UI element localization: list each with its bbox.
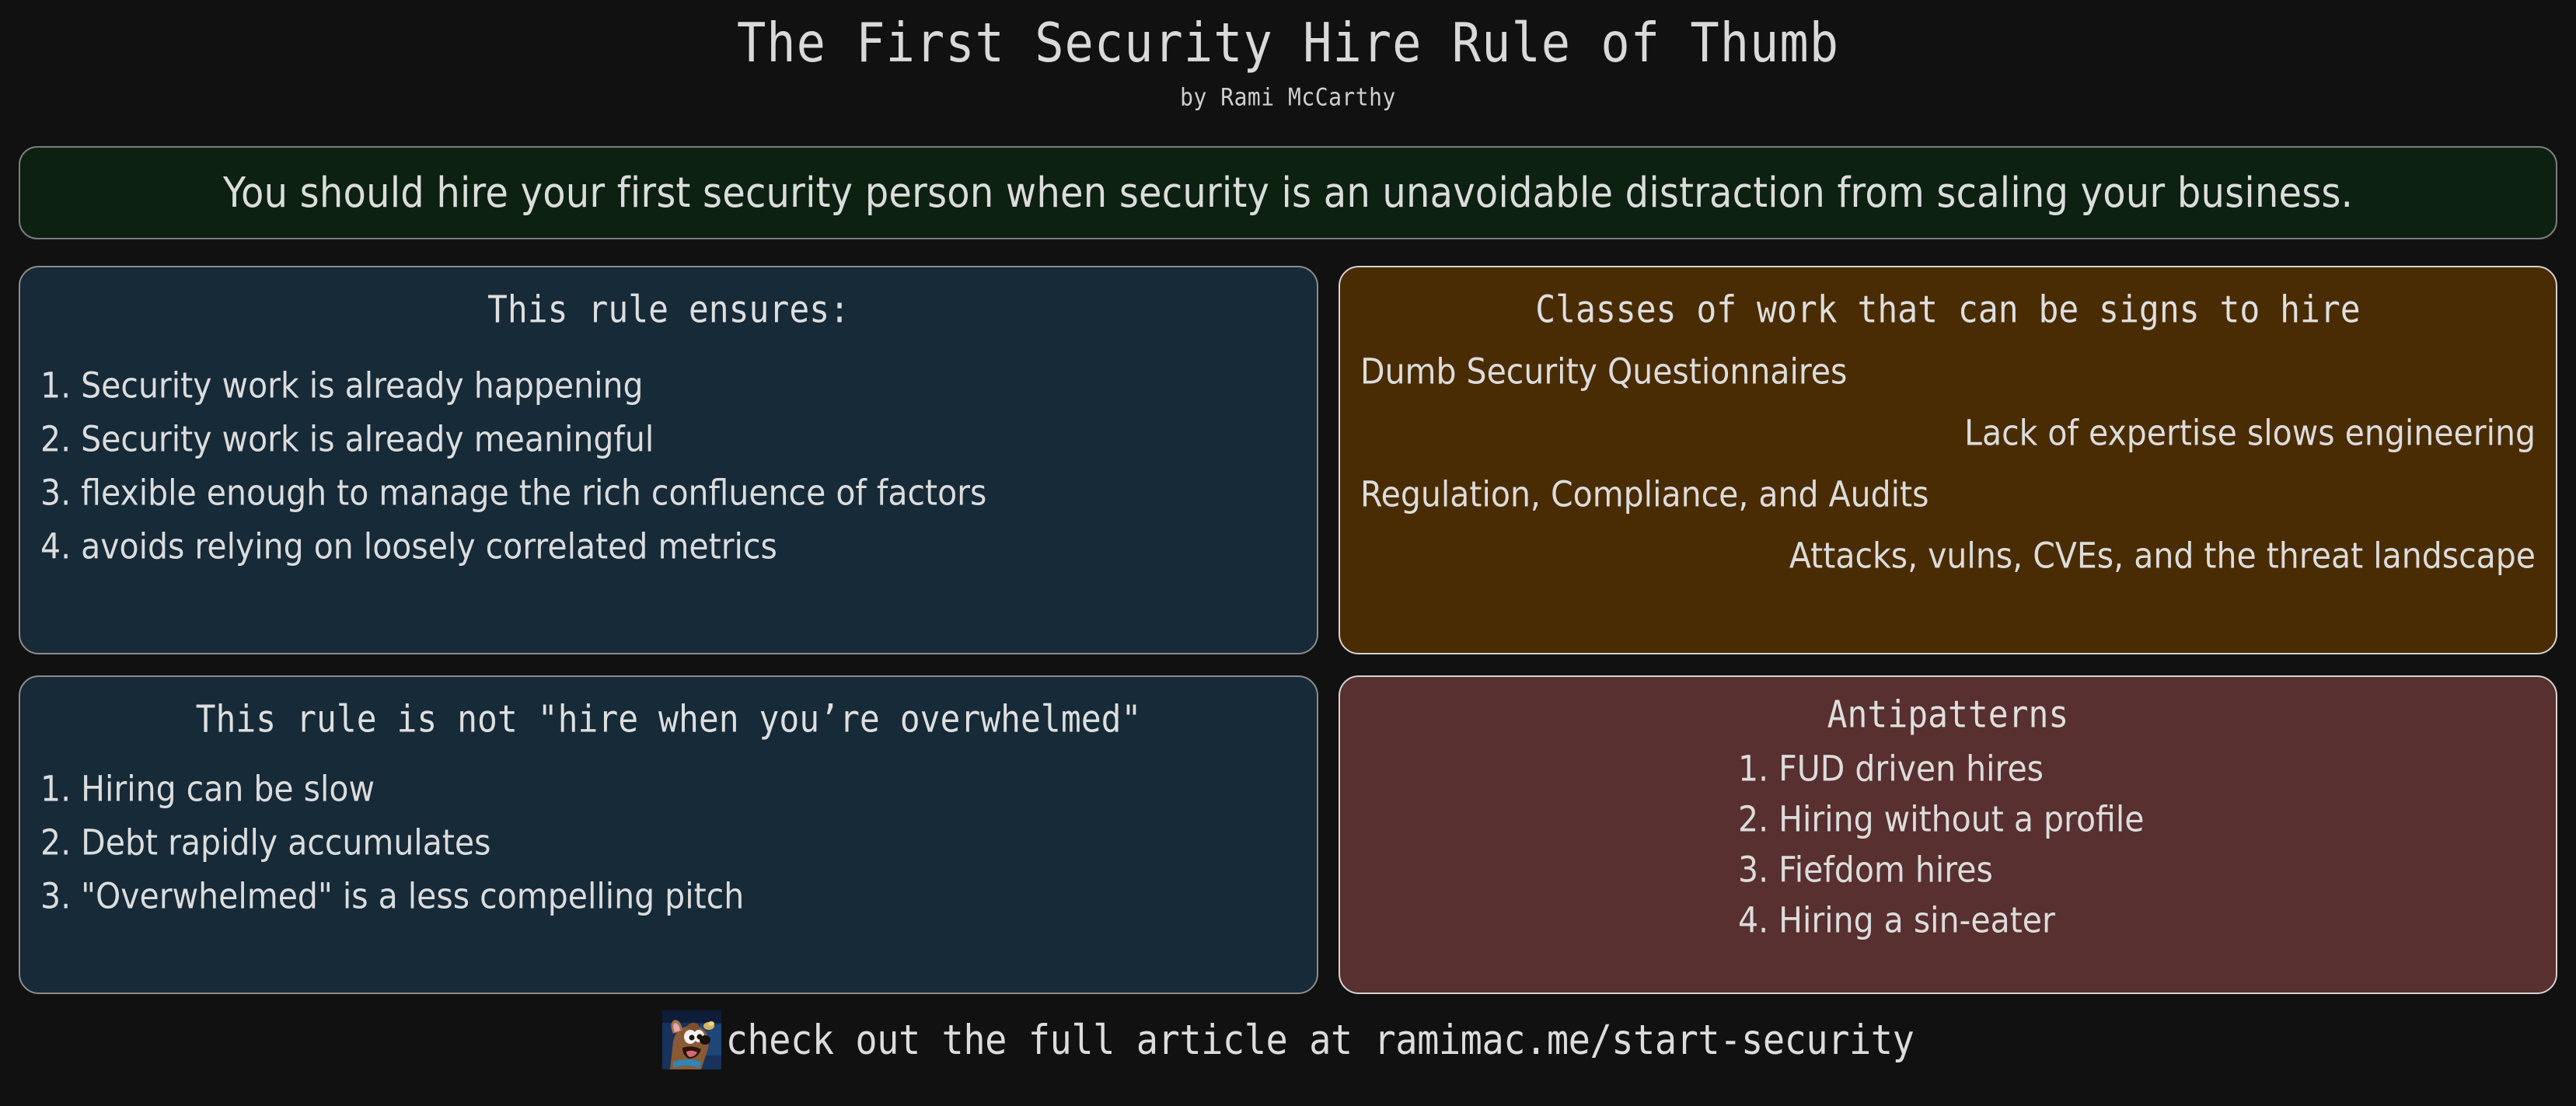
card-classes-of-work: Classes of work that can be signs to hir…: [1339, 266, 2557, 654]
list-item: 2. Security work is already meaningful: [40, 418, 654, 460]
list-item: 3. flexible enough to manage the rich co…: [40, 472, 987, 514]
list-item: Dumb Security Questionnaires: [1360, 351, 1848, 393]
list-item-label: 1. FUD driven hires: [1738, 748, 2044, 790]
list-item: 1. Security work is already happening: [40, 365, 644, 406]
footer: check out the full article at ramimac.me…: [0, 1010, 2576, 1069]
page-title: The First Security Hire Rule of Thumb: [736, 11, 1840, 75]
list-item: Regulation, Compliance, and Audits: [1360, 473, 1929, 515]
card-antipatterns: Antipatterns 1. FUD driven hires 2. Hiri…: [1339, 675, 2557, 994]
list-item: 1. Hiring can be slow: [40, 768, 375, 810]
not-list: 1. Hiring can be slow 2. Debt rapidly ac…: [40, 768, 1297, 917]
card-title-signs: Classes of work that can be signs to hir…: [1535, 288, 2361, 332]
ensures-list: 1. Security work is already happening 2.…: [40, 365, 1297, 567]
list-item: 2. Debt rapidly accumulates: [40, 822, 491, 864]
page-byline: by Rami McCarthy: [1180, 82, 1396, 112]
list-item: 1. FUD driven hires: [1360, 748, 2536, 790]
footer-link-text[interactable]: check out the full article at ramimac.me…: [726, 1016, 1915, 1064]
card-title-not: This rule is not "hire when you’re overw…: [195, 698, 1142, 741]
signs-list: Dumb Security Questionnaires Lack of exp…: [1360, 351, 2536, 577]
list-item: 3. "Overwhelmed" is a less compelling pi…: [40, 875, 745, 917]
rule-banner: You should hire your first security pers…: [19, 146, 2557, 239]
list-item: Attacks, vulns, CVEs, and the threat lan…: [1789, 535, 2536, 577]
list-item-label: 4. Hiring a sin-eater: [1738, 899, 2055, 941]
header: The First Security Hire Rule of Thumb by…: [0, 0, 2576, 112]
antipatterns-list: 1. FUD driven hires 2. Hiring without a …: [1360, 748, 2536, 941]
rule-banner-text: You should hire your first security pers…: [222, 168, 2354, 218]
card-title-ensures: This rule ensures:: [487, 288, 850, 332]
list-item: Lack of expertise slows engineering: [1964, 412, 2536, 454]
scooby-doo-thumbnail: [661, 1010, 721, 1069]
list-item-label: 2. Hiring without a profile: [1738, 798, 2145, 840]
list-item: 2. Hiring without a profile: [1360, 798, 2536, 840]
card-this-rule-ensures: This rule ensures: 1. Security work is a…: [19, 266, 1318, 654]
card-this-rule-is-not: This rule is not "hire when you’re overw…: [19, 675, 1318, 994]
list-item-label: 3. Fiefdom hires: [1738, 849, 1993, 891]
list-item: 4. avoids relying on loosely correlated …: [40, 525, 777, 567]
list-item: 4. Hiring a sin-eater: [1360, 899, 2536, 941]
list-item: 3. Fiefdom hires: [1360, 849, 2536, 891]
card-title-antipatterns: Antipatterns: [1827, 693, 2069, 737]
